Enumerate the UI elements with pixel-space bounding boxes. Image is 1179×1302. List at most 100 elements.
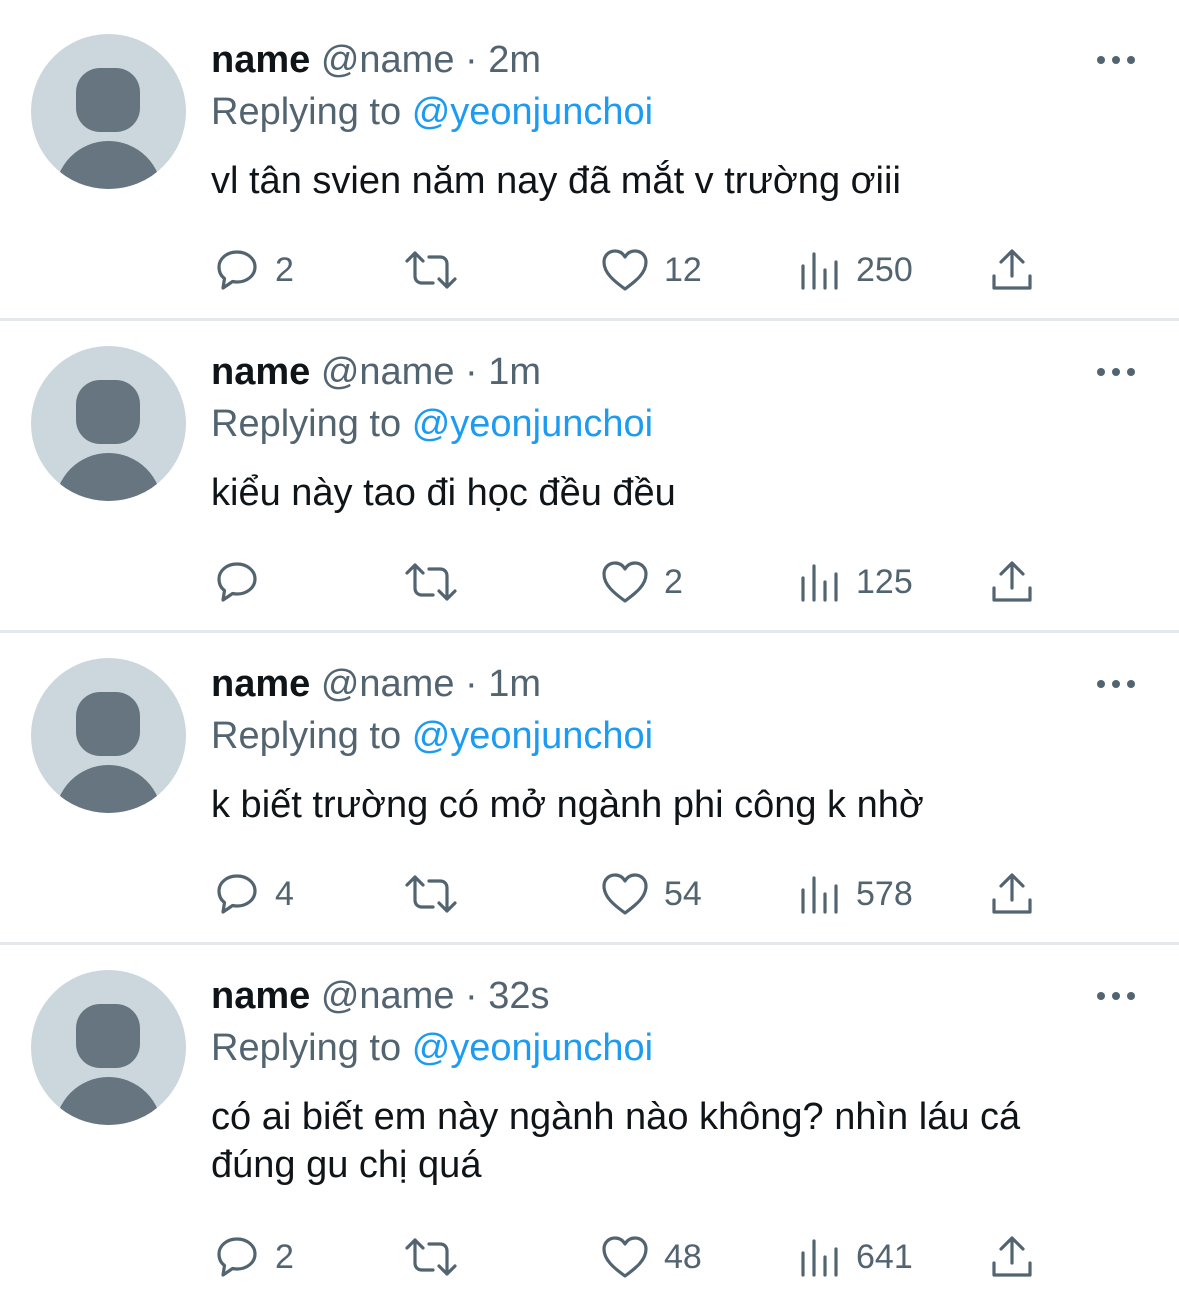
view-count: 125 [856,563,913,601]
retweet-button[interactable] [403,557,473,607]
retweet-button[interactable] [403,1232,473,1282]
separator-dot: · [465,351,478,393]
replying-to: Replying to @yeonjunchoi [211,401,653,447]
mention-link[interactable]: @yeonjunchoi [412,1027,653,1069]
separator-dot: · [465,663,478,705]
reply-button[interactable] [213,557,275,607]
retweet-icon [405,251,457,289]
default-avatar-icon [76,68,140,132]
replying-label: Replying to [211,715,402,757]
share-button[interactable] [990,1232,1034,1282]
separator-dot: · [465,39,478,81]
bar-chart-icon [801,1239,838,1277]
display-name[interactable]: name [211,39,310,81]
retweet-icon [405,1238,457,1276]
retweet-button[interactable] [403,869,473,919]
views-button[interactable]: 641 [798,1232,913,1282]
share-upload-icon [992,873,1032,914]
tweet-header: name @name · 2m [211,37,541,83]
reply-button[interactable]: 2 [213,1232,294,1282]
retweet-icon [405,563,457,601]
views-button[interactable]: 250 [798,245,913,295]
timestamp[interactable]: 32s [488,975,549,1017]
reply-count: 2 [275,251,294,289]
tweet-actions: 4 54 578 [0,869,1179,919]
heart-icon [602,249,648,291]
tweet[interactable]: name @name · 1m Replying to @yeonjunchoi… [0,321,1179,630]
heart-icon [602,873,648,915]
more-horizontal-icon[interactable] [1097,54,1135,66]
replying-to: Replying to @yeonjunchoi [211,713,653,759]
like-button[interactable]: 2 [600,557,683,607]
view-count: 250 [856,251,913,289]
display-name[interactable]: name [211,975,310,1017]
like-button[interactable]: 12 [600,245,702,295]
tweet-text: có ai biết em này ngành nào không? nhìn … [211,1096,1021,1186]
avatar[interactable] [31,34,186,189]
user-handle[interactable]: @name [321,39,455,81]
timestamp[interactable]: 2m [488,39,541,81]
reply-bubble-icon [217,1237,257,1277]
reply-bubble-icon [217,874,257,914]
heart-icon [602,561,648,603]
reply-bubble-icon [217,250,257,290]
mention-link[interactable]: @yeonjunchoi [412,403,653,445]
like-count: 2 [664,563,683,601]
share-upload-icon [992,1236,1032,1277]
views-button[interactable]: 578 [798,869,913,919]
mention-link[interactable]: @yeonjunchoi [412,91,653,133]
tweet[interactable]: name @name · 32s Replying to @yeonjuncho… [0,945,1179,1302]
tweet-actions: 2 125 [0,557,1179,607]
tweet-actions: 2 12 250 [0,245,1179,295]
more-horizontal-icon[interactable] [1097,366,1135,378]
display-name[interactable]: name [211,351,310,393]
user-handle[interactable]: @name [321,663,455,705]
user-handle[interactable]: @name [321,975,455,1017]
user-handle[interactable]: @name [321,351,455,393]
like-button[interactable]: 48 [600,1232,702,1282]
like-count: 48 [664,1238,702,1276]
share-button[interactable] [990,557,1034,607]
separator-dot: · [465,975,478,1017]
tweet-text: k biết trường có mở ngành phi công k nhờ [211,784,924,826]
heart-icon [602,1236,648,1278]
replying-to: Replying to @yeonjunchoi [211,89,653,135]
avatar[interactable] [31,346,186,501]
avatar[interactable] [31,970,186,1125]
tweet-text: kiểu này tao đi học đều đều [211,472,676,514]
mention-link[interactable]: @yeonjunchoi [412,715,653,757]
reply-button[interactable]: 4 [213,869,294,919]
replying-to: Replying to @yeonjunchoi [211,1025,653,1071]
timestamp[interactable]: 1m [488,663,541,705]
avatar[interactable] [31,658,186,813]
tweet-header: name @name · 1m [211,349,541,395]
tweet-text: vl tân svien năm nay đã mắt v trường ơii… [211,160,901,202]
share-button[interactable] [990,245,1034,295]
reply-button[interactable]: 2 [213,245,294,295]
like-button[interactable]: 54 [600,869,702,919]
views-button[interactable]: 125 [798,557,913,607]
tweet-header: name @name · 1m [211,661,541,707]
bar-chart-icon [801,876,838,914]
replying-label: Replying to [211,91,402,133]
share-button[interactable] [990,869,1034,919]
reply-count: 2 [275,1238,294,1276]
tweet[interactable]: name @name · 2m Replying to @yeonjunchoi… [0,0,1179,318]
replying-label: Replying to [211,403,402,445]
more-horizontal-icon[interactable] [1097,990,1135,1002]
default-avatar-icon [76,380,140,444]
timestamp[interactable]: 1m [488,351,541,393]
retweet-button[interactable] [403,245,473,295]
tweet[interactable]: name @name · 1m Replying to @yeonjunchoi… [0,633,1179,942]
like-count: 54 [664,875,702,913]
like-count: 12 [664,251,702,289]
reply-count: 4 [275,875,294,913]
default-avatar-icon [76,692,140,756]
display-name[interactable]: name [211,663,310,705]
share-upload-icon [992,561,1032,602]
retweet-icon [405,875,457,913]
more-horizontal-icon[interactable] [1097,678,1135,690]
replying-label: Replying to [211,1027,402,1069]
bar-chart-icon [801,564,838,602]
default-avatar-icon [76,1004,140,1068]
